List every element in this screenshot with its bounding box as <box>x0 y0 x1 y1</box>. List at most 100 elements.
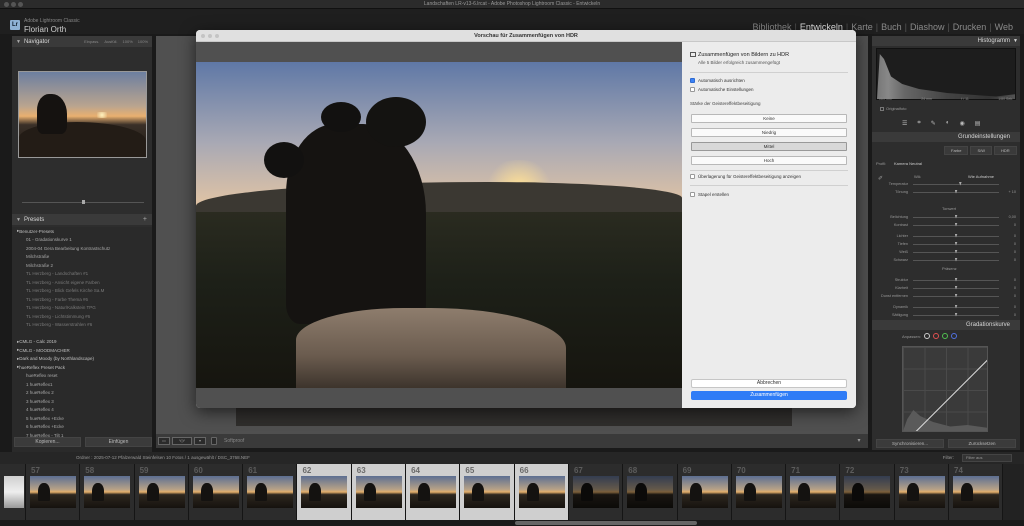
preset-group[interactable]: ▸ Dark and Moody (by Northlandscape) <box>12 355 152 364</box>
blue-channel-icon[interactable] <box>950 333 957 339</box>
module-buch[interactable]: Buch <box>878 22 905 32</box>
collapse-triangle-icon[interactable]: ▼ <box>16 217 21 223</box>
preset-item[interactable]: TL Herzberg - Ansicht eigene Farben <box>12 278 152 287</box>
filmstrip-cell[interactable]: 67 <box>568 464 624 520</box>
reset-button[interactable]: Zurücksetzen <box>948 439 1016 448</box>
filmstrip-cell[interactable]: 61 <box>243 464 298 520</box>
filmstrip-cell[interactable]: 59 <box>134 464 189 520</box>
treatment-button[interactable]: HDR <box>994 146 1017 155</box>
slider-track[interactable] <box>913 293 999 298</box>
slider-track[interactable] <box>913 277 999 282</box>
preset-item[interactable]: 5 hueReflex +Ecke <box>12 414 152 423</box>
original-photo-checkbox[interactable] <box>880 106 884 111</box>
filmstrip-thumbnail[interactable] <box>464 476 511 508</box>
filmstrip-cell[interactable]: 74 <box>949 464 1004 520</box>
filmstrip-thumbnail[interactable] <box>192 476 239 508</box>
collapse-triangle-icon[interactable]: ▼ <box>1013 36 1018 46</box>
preset-item[interactable]: 2 hueReflex 2 <box>12 389 152 398</box>
filmstrip-thumbnail[interactable] <box>627 476 674 508</box>
before-after-menu-icon[interactable]: ▾ <box>194 437 206 445</box>
filmstrip-thumbnail[interactable] <box>4 476 24 508</box>
merge-button[interactable]: Zusammenfügen <box>691 391 847 400</box>
slider-row[interactable]: Tiefen 0 <box>876 241 1016 247</box>
module-diashow[interactable]: Diashow <box>907 22 948 32</box>
module-web[interactable]: Web <box>992 22 1016 32</box>
rgb-channel-icon[interactable] <box>923 333 930 339</box>
tone-curve-header[interactable]: Gradationskurve <box>872 320 1020 330</box>
slider-knob[interactable] <box>954 277 958 282</box>
slider-value[interactable]: 0 <box>1002 294 1016 298</box>
navigator-thumbnail[interactable] <box>18 71 147 158</box>
deghost-option-keine[interactable]: Keine <box>691 114 847 123</box>
histogram[interactable] <box>876 48 1016 100</box>
navigator-zoom-option[interactable]: 100% <box>123 39 133 44</box>
slider-knob[interactable] <box>954 304 958 309</box>
preset-group[interactable]: ▸ Benutzer-Presets <box>12 227 152 236</box>
navigator-zoom-option[interactable]: Ausfüll. <box>104 39 117 44</box>
slider-knob[interactable] <box>958 181 962 186</box>
slider-value[interactable]: 0 <box>1002 258 1016 262</box>
preset-item[interactable] <box>12 329 152 338</box>
stack-checkbox-row[interactable]: Stapel erstellen <box>690 192 729 197</box>
wb-value[interactable]: Wie Aufnahme <box>968 174 994 179</box>
filmstrip-cell[interactable]: 69 <box>677 464 732 520</box>
preset-item[interactable]: TL Herzberg - Landschaften #1 <box>12 270 152 279</box>
slider-row[interactable]: Temperatur <box>876 181 1016 187</box>
filmstrip-cell[interactable]: 63 <box>351 464 407 520</box>
slider-track[interactable] <box>913 222 999 227</box>
filmstrip-thumbnail[interactable] <box>572 476 619 508</box>
slider-value[interactable]: 0,00 <box>1002 215 1016 219</box>
slider-value[interactable]: 0 <box>1002 223 1016 227</box>
navigator-zoom-option[interactable]: 100% <box>138 39 148 44</box>
histogram-header[interactable]: Histogramm ▼ <box>872 36 1020 46</box>
zoom-dialog-icon[interactable] <box>215 34 219 38</box>
filmstrip-cell[interactable]: 60 <box>188 464 244 520</box>
slider-row[interactable]: Weiß 0 <box>876 249 1016 255</box>
filmstrip-thumbnail[interactable] <box>898 476 945 508</box>
filmstrip-thumbnail[interactable] <box>953 476 1000 508</box>
preset-item[interactable]: TL Herzberg - Farbe Thema #6 <box>12 295 152 304</box>
preset-item[interactable]: 01 - Gradationskurve 1 <box>12 236 152 245</box>
slider-value[interactable]: 0 <box>1002 234 1016 238</box>
redeye-icon[interactable]: ◉ <box>959 120 964 127</box>
preset-item[interactable]: 1 hueReflex1 <box>12 380 152 389</box>
preset-item[interactable]: TL Herzberg - Lichtstimmung #6 <box>12 312 152 321</box>
edit-sliders-icon[interactable]: ☰ <box>902 120 907 127</box>
slider-track[interactable] <box>913 181 999 186</box>
tone-curve-graph[interactable] <box>902 346 988 432</box>
auto-settings-checkbox-row[interactable]: Automatische Einstellungen <box>690 87 754 92</box>
filmstrip-cell[interactable]: 72 <box>840 464 895 520</box>
filmstrip-thumbnail[interactable] <box>790 476 837 508</box>
slider-track[interactable] <box>913 249 999 254</box>
slider-track[interactable] <box>913 304 999 309</box>
preset-item[interactable]: hueReflex reset <box>12 372 152 381</box>
filmstrip-source-info[interactable]: Ordner : 2025-07-12 Pfalzerwald Steinfel… <box>76 455 250 460</box>
red-channel-icon[interactable] <box>932 333 939 339</box>
preset-item[interactable]: Milchstraße <box>12 253 152 262</box>
filmstrip-cell[interactable]: 73 <box>894 464 950 520</box>
slider-knob[interactable] <box>954 293 958 298</box>
treatment-button[interactable]: Farbe <box>944 146 969 155</box>
deghost-option-hoch[interactable]: Hoch <box>691 156 847 165</box>
copy-button[interactable]: Kopieren... <box>14 437 81 447</box>
preset-item[interactable]: 4 hueReflex 4 <box>12 406 152 415</box>
presets-header[interactable]: ▼ Presets + <box>12 214 152 225</box>
filmstrip-cell[interactable]: 68 <box>623 464 678 520</box>
slider-row[interactable]: Struktur 0 <box>876 277 1016 283</box>
filmstrip-cell[interactable]: 62 <box>297 464 352 520</box>
filmstrip-thumbnail[interactable] <box>735 476 782 508</box>
filmstrip-cell[interactable]: 64 <box>406 464 461 520</box>
slider-track[interactable] <box>913 285 999 290</box>
auto-align-checkbox[interactable] <box>690 78 695 83</box>
slider-value[interactable]: + 10 <box>1002 190 1017 194</box>
slider-value[interactable]: 0 <box>1002 286 1016 290</box>
basic-panel-header[interactable]: Grundeinstellungen <box>872 132 1020 142</box>
filmstrip-cell[interactable]: 71 <box>786 464 841 520</box>
deghost-option-mittel[interactable]: Mittel <box>691 142 847 151</box>
slider-knob[interactable] <box>954 233 958 238</box>
preset-item[interactable]: Milchstraße 2 <box>12 261 152 270</box>
filmstrip-cell[interactable]: 70 <box>731 464 787 520</box>
slider-row[interactable]: Dunst entfernen 0 <box>876 293 1016 299</box>
slider-track[interactable] <box>913 233 999 238</box>
slider-row[interactable]: Sättigung 0 <box>876 312 1016 318</box>
